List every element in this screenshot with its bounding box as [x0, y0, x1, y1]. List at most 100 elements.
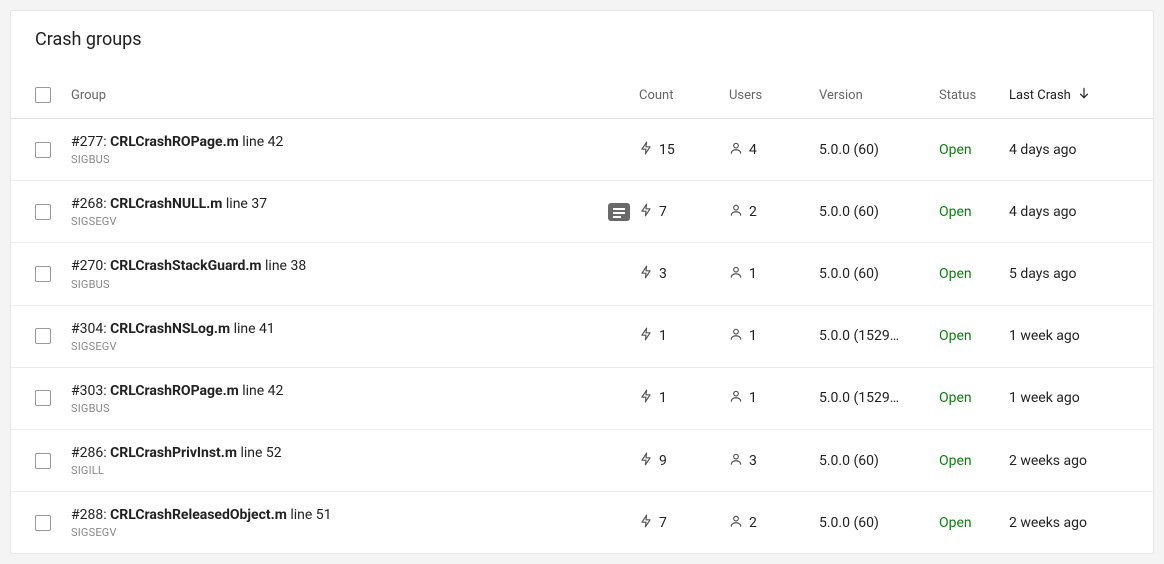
row-checkbox-cell [35, 142, 71, 158]
header-count[interactable]: Count [639, 88, 729, 103]
group-signal: SIGSEGV [71, 526, 587, 539]
user-icon [729, 514, 743, 532]
group-line: line 42 [242, 134, 283, 150]
header-checkbox-cell [35, 87, 71, 103]
header-status[interactable]: Status [939, 88, 1009, 103]
user-icon [729, 452, 743, 470]
group-title: #277: CRLCrashROPage.m line 42 [71, 133, 587, 151]
version-cell: 5.0.0 (60) [819, 266, 939, 282]
users-value: 1 [749, 328, 757, 344]
group-id: #288: [71, 507, 107, 523]
status-cell: Open [939, 142, 1009, 158]
group-signal: SIGBUS [71, 278, 587, 291]
user-icon [729, 327, 743, 345]
count-value: 3 [659, 266, 667, 282]
group-file: CRLCrashPrivInst.m [110, 445, 237, 461]
users-value: 3 [749, 453, 757, 469]
bolt-icon [639, 141, 653, 159]
user-icon [729, 265, 743, 283]
crash-groups-card: Crash groups Group Count Users Version S… [10, 10, 1154, 554]
note-cell [599, 203, 639, 221]
row-checkbox[interactable] [35, 453, 51, 469]
bolt-icon [639, 389, 653, 407]
header-last-crash-label: Last Crash [1009, 88, 1071, 103]
header-version[interactable]: Version [819, 88, 939, 103]
select-all-checkbox[interactable] [35, 87, 51, 103]
row-checkbox[interactable] [35, 204, 51, 220]
count-value: 1 [659, 328, 667, 344]
count-cell: 9 [639, 452, 729, 470]
group-id: #286: [71, 445, 107, 461]
row-checkbox-cell [35, 453, 71, 469]
group-cell: #277: CRLCrashROPage.m line 42 SIGBUS [71, 133, 599, 166]
group-line: line 52 [240, 445, 281, 461]
users-value: 4 [749, 142, 757, 158]
group-cell: #270: CRLCrashStackGuard.m line 38 SIGBUS [71, 257, 599, 290]
users-value: 2 [749, 204, 757, 220]
group-signal: SIGSEGV [71, 215, 587, 228]
last-crash-cell: 4 days ago [1009, 142, 1129, 158]
count-value: 9 [659, 453, 667, 469]
count-cell: 7 [639, 514, 729, 532]
card-title: Crash groups [11, 11, 1153, 58]
status-cell: Open [939, 328, 1009, 344]
users-cell: 1 [729, 327, 819, 345]
users-cell: 2 [729, 514, 819, 532]
users-value: 1 [749, 266, 757, 282]
group-line: line 38 [265, 258, 306, 274]
header-users[interactable]: Users [729, 88, 819, 103]
row-checkbox[interactable] [35, 328, 51, 344]
group-line: line 41 [234, 321, 275, 337]
group-title: #286: CRLCrashPrivInst.m line 52 [71, 444, 587, 462]
table-row[interactable]: #303: CRLCrashROPage.m line 42SIGBUS115.… [11, 368, 1153, 430]
count-cell: 1 [639, 389, 729, 407]
group-file: CRLCrashNSLog.m [110, 321, 230, 337]
version-cell: 5.0.0 (60) [819, 515, 939, 531]
table-header-row: Group Count Users Version Status Last Cr… [11, 58, 1153, 119]
row-checkbox-cell [35, 390, 71, 406]
row-checkbox[interactable] [35, 515, 51, 531]
last-crash-cell: 4 days ago [1009, 204, 1129, 220]
bolt-icon [639, 452, 653, 470]
row-checkbox-cell [35, 266, 71, 282]
group-cell: #268: CRLCrashNULL.m line 37SIGSEGV [71, 195, 599, 228]
table-row[interactable]: #286: CRLCrashPrivInst.m line 52SIGILL93… [11, 430, 1153, 492]
row-checkbox[interactable] [35, 142, 51, 158]
version-cell: 5.0.0 (60) [819, 142, 939, 158]
users-cell: 4 [729, 141, 819, 159]
group-line: line 42 [242, 383, 283, 399]
count-cell: 15 [639, 141, 729, 159]
users-cell: 1 [729, 389, 819, 407]
group-file: CRLCrashReleasedObject.m [110, 507, 287, 523]
table-row[interactable]: #277: CRLCrashROPage.m line 42 SIGBUS 15 4 5… [11, 119, 1153, 181]
group-file: CRLCrashStackGuard.m [110, 258, 261, 274]
table-row[interactable]: #270: CRLCrashStackGuard.m line 38 SIGBUS… [11, 243, 1153, 305]
note-icon[interactable] [608, 203, 630, 221]
table-row[interactable]: #268: CRLCrashNULL.m line 37SIGSEGV725.0… [11, 181, 1153, 243]
bolt-icon [639, 203, 653, 221]
count-cell: 1 [639, 327, 729, 345]
group-title: #270: CRLCrashStackGuard.m line 38 [71, 257, 587, 275]
user-icon [729, 141, 743, 159]
group-signal: SIGBUS [71, 153, 587, 166]
table-row[interactable]: #304: CRLCrashNSLog.m line 41SIGSEGV 1 1 5.… [11, 306, 1153, 368]
last-crash-cell: 2 weeks ago [1009, 515, 1129, 531]
group-cell: #304: CRLCrashNSLog.m line 41SIGSEGV [71, 320, 599, 353]
header-last-crash[interactable]: Last Crash [1009, 86, 1129, 104]
user-icon [729, 389, 743, 407]
count-value: 7 [659, 515, 667, 531]
sort-descending-icon [1077, 86, 1091, 104]
bolt-icon [639, 327, 653, 345]
user-icon [729, 203, 743, 221]
header-group[interactable]: Group [71, 88, 599, 103]
row-checkbox[interactable] [35, 390, 51, 406]
table-row[interactable]: #288: CRLCrashReleasedObject.m line 51SI… [11, 492, 1153, 553]
group-id: #268: [71, 196, 107, 212]
group-title: #304: CRLCrashNSLog.m line 41 [71, 320, 587, 338]
row-checkbox-cell [35, 328, 71, 344]
users-value: 1 [749, 390, 757, 406]
group-signal: SIGBUS [71, 402, 587, 415]
row-checkbox[interactable] [35, 266, 51, 282]
version-cell: 5.0.0 (1529… [819, 328, 939, 344]
bolt-icon [639, 265, 653, 283]
